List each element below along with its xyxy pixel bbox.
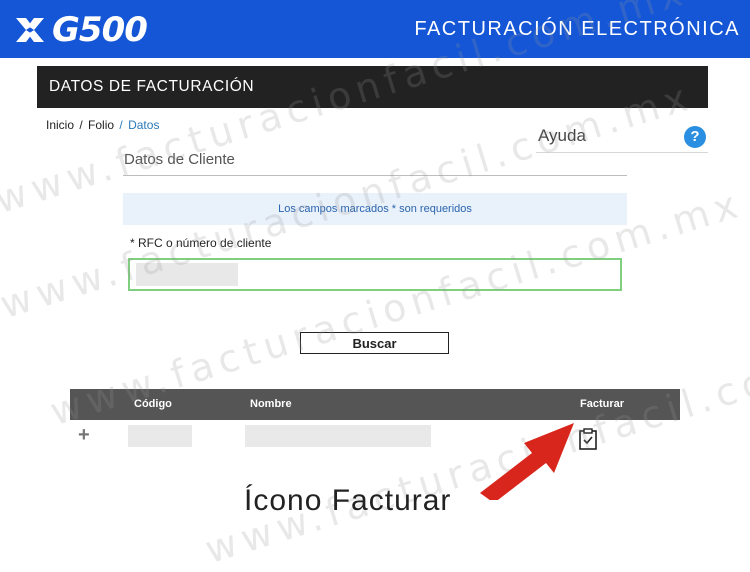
- header-title: FACTURACIÓN ELECTRÓNICA: [414, 18, 740, 40]
- top-bar: G500 FACTURACIÓN ELECTRÓNICA: [0, 0, 750, 58]
- breadcrumb-item-inicio[interactable]: Inicio: [46, 118, 74, 132]
- logo-text: G500: [52, 10, 148, 50]
- column-header-codigo: Código: [134, 398, 172, 410]
- divider: [536, 152, 708, 153]
- annotation-caption: Ícono Facturar: [244, 484, 452, 517]
- redacted-nombre: [245, 425, 431, 447]
- column-header-nombre: Nombre: [250, 398, 292, 410]
- logo-mark-icon: [16, 18, 44, 42]
- clipboard-check-icon[interactable]: [578, 428, 598, 450]
- expand-row-icon[interactable]: +: [78, 425, 90, 445]
- annotation-arrow: [480, 423, 574, 500]
- breadcrumb: Inicio / Folio / Datos: [46, 118, 159, 132]
- column-header-facturar: Facturar: [580, 398, 625, 410]
- divider: [123, 175, 627, 176]
- breadcrumb-separator: /: [119, 118, 123, 132]
- redacted-value: [136, 263, 238, 286]
- breadcrumb-item-folio[interactable]: Folio: [88, 118, 114, 132]
- search-button[interactable]: Buscar: [300, 332, 449, 354]
- rfc-label: * RFC o número de cliente: [130, 236, 272, 250]
- question-icon[interactable]: ?: [684, 126, 706, 148]
- section-title: DATOS DE FACTURACIÓN: [49, 78, 255, 95]
- redacted-codigo: [128, 425, 192, 447]
- table-header: Código Nombre Facturar: [70, 389, 680, 420]
- logo: G500: [14, 10, 148, 50]
- breadcrumb-item-datos: Datos: [128, 118, 160, 132]
- required-fields-notice: Los campos marcados * son requeridos: [123, 193, 627, 225]
- help-label[interactable]: Ayuda: [538, 126, 586, 146]
- breadcrumb-separator: /: [79, 118, 83, 132]
- panel-title: Datos de Cliente: [124, 151, 235, 168]
- section-header: DATOS DE FACTURACIÓN: [37, 66, 708, 108]
